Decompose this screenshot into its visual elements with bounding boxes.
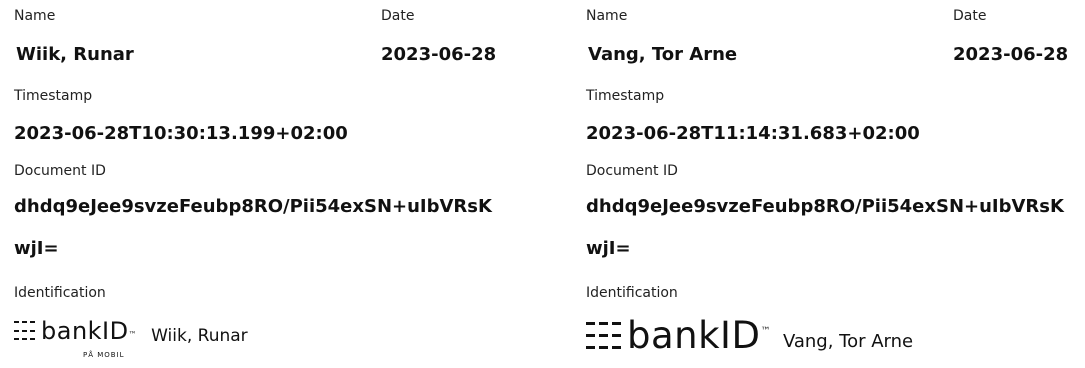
bankid-mobile-logo: bankID™ PÅ MOBIL [14, 318, 137, 359]
bankid-bars-icon [586, 322, 621, 349]
signer-name: Wiik, Runar [16, 44, 134, 65]
identified-name: Wiik, Runar [151, 326, 248, 346]
timestamp-value: 2023-06-28T11:14:31.683+02:00 [586, 123, 920, 144]
identification-row: bankID™ Vang, Tor Arne [586, 316, 913, 366]
identification-label: Identification [14, 285, 106, 301]
signature-date: 2023-06-28 [381, 44, 497, 65]
document-id-line1: dhdq9eJee9svzeFeubp8RO/Pii54exSN+uIbVRsK [586, 196, 1064, 217]
signature-block-vang: Name Date Vang, Tor Arne 2023-06-28 Time… [586, 0, 1085, 363]
document-id-line1: dhdq9eJee9svzeFeubp8RO/Pii54exSN+uIbVRsK [14, 196, 492, 217]
date-label: Date [953, 8, 987, 24]
timestamp-value: 2023-06-28T10:30:13.199+02:00 [14, 123, 348, 144]
bankid-submark: PÅ MOBIL [83, 351, 125, 359]
document-id-label: Document ID [586, 163, 678, 179]
name-label: Name [14, 8, 56, 24]
document-id-line2: wjI= [14, 238, 59, 259]
signature-block-wiik: Name Date Wiik, Runar 2023-06-28 Timesta… [14, 0, 514, 363]
date-label: Date [381, 8, 415, 24]
identified-name: Vang, Tor Arne [782, 330, 914, 352]
bankid-bars-icon [14, 321, 35, 340]
identification-label: Identification [586, 285, 678, 301]
document-id-label: Document ID [14, 163, 106, 179]
signature-date: 2023-06-28 [953, 44, 1069, 65]
bankid-logo: bankID™ [586, 316, 771, 366]
timestamp-label: Timestamp [586, 88, 665, 104]
identification-row: bankID™ PÅ MOBIL Wiik, Runar [14, 318, 248, 359]
timestamp-label: Timestamp [14, 88, 93, 104]
name-label: Name [586, 8, 628, 24]
document-id-line2: wjI= [586, 238, 631, 259]
bankid-wordmark: bankID™ PÅ MOBIL [41, 318, 137, 359]
signer-name: Vang, Tor Arne [588, 44, 738, 65]
bankid-wordmark: bankID™ [627, 314, 771, 357]
